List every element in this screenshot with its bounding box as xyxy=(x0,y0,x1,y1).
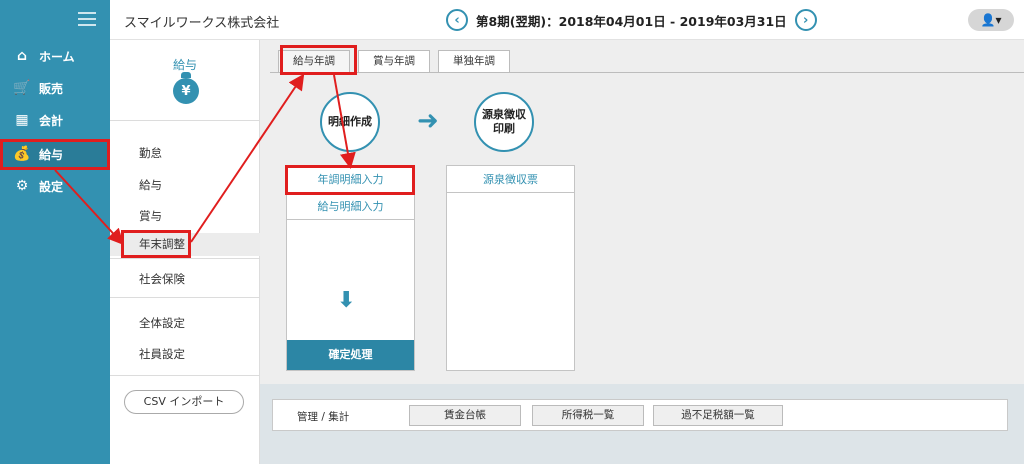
subnav-title: 給与 xyxy=(172,58,197,72)
subnav-item-general-settings[interactable]: 全体設定 xyxy=(139,315,185,331)
csv-import-button[interactable]: CSV インポート xyxy=(124,390,244,414)
nav-item-sales[interactable]: 🛒 販売 xyxy=(0,74,110,102)
tax-difference-list-button[interactable]: 過不足税額一覧 xyxy=(653,405,783,426)
step-create-statements: 明細作成 xyxy=(320,92,380,152)
next-period-button[interactable]: › xyxy=(794,9,817,31)
divider xyxy=(110,375,260,376)
confirm-process-button[interactable]: 確定処理 xyxy=(287,340,414,370)
arrow-right-icon: ➜ xyxy=(417,106,439,136)
management-bar: 管理 / 集計 賃金台帳 所得税一覧 過不足税額一覧 xyxy=(272,399,1008,431)
nav-item-label: 設定 xyxy=(39,179,64,194)
tab-bonus-year-end[interactable]: 賞与年調 xyxy=(358,50,430,72)
annotation-box-salary-tab xyxy=(280,45,357,75)
nav-item-home[interactable]: ⌂ ホーム xyxy=(0,42,110,70)
divider xyxy=(110,297,260,298)
arrow-down-icon: ⬇ xyxy=(337,288,356,313)
wage-ledger-button[interactable]: 賃金台帳 xyxy=(409,405,521,426)
nav-item-label: 会計 xyxy=(39,113,64,128)
nav-item-accounting[interactable]: ▦ 会計 xyxy=(0,106,110,134)
yen-money-bag-icon: ¥ xyxy=(173,72,199,104)
subnav-item-salary[interactable]: 給与 xyxy=(139,177,162,193)
company-name: スマイルワークス株式会社 xyxy=(124,16,280,31)
step-print-withholding: 源泉徴収 印刷 xyxy=(474,92,534,152)
income-tax-list-button[interactable]: 所得税一覧 xyxy=(532,405,644,426)
previous-period-button[interactable]: ‹ xyxy=(446,9,468,31)
management-area: 管理 / 集計 賃金台帳 所得税一覧 過不足税額一覧 xyxy=(260,384,1024,464)
withholding-panel: 源泉徴収票 xyxy=(446,165,575,371)
tab-underline xyxy=(270,72,1024,73)
left-navigation: ⌂ ホーム 🛒 販売 ▦ 会計 💰 給与 ⚙ 設定 xyxy=(0,0,110,464)
nav-item-settings[interactable]: ⚙ 設定 xyxy=(0,172,110,200)
statement-panel: 年調明細入力 給与明細入力 ⬇ 確定処理 xyxy=(286,165,415,371)
salary-statement-input-link[interactable]: 給与明細入力 xyxy=(287,193,414,220)
step-label: 明細作成 xyxy=(328,115,372,128)
subnav-item-attendance[interactable]: 勤怠 xyxy=(139,145,162,161)
annotation-box-year-end xyxy=(121,230,191,258)
period-selector: ‹ 第8期(翌期)：2018年04月01日 - 2019年03月31日 › xyxy=(446,9,817,31)
step-label: 印刷 xyxy=(493,122,515,135)
gear-icon: ⚙ xyxy=(15,178,29,194)
period-text: 第8期(翌期)：2018年04月01日 - 2019年03月31日 xyxy=(476,13,787,29)
user-menu-button[interactable]: 👤▾ xyxy=(968,9,1014,31)
divider xyxy=(110,120,260,121)
subnav-item-social-insurance[interactable]: 社会保険 xyxy=(139,271,185,287)
management-label: 管理 / 集計 xyxy=(297,411,350,423)
annotation-box-statement-input xyxy=(285,165,415,195)
calculator-icon: ▦ xyxy=(15,112,29,128)
withholding-slip-link[interactable]: 源泉徴収票 xyxy=(447,166,574,193)
nav-item-label: 販売 xyxy=(39,81,64,96)
subnav-item-employee-settings[interactable]: 社員設定 xyxy=(139,346,185,362)
home-icon: ⌂ xyxy=(16,48,28,64)
main-content: 給与年調 賞与年調 単独年調 明細作成 ➜ 源泉徴収 印刷 年調明細入力 給与明… xyxy=(260,40,1024,464)
divider xyxy=(110,258,260,259)
hamburger-menu-icon[interactable] xyxy=(78,12,96,26)
annotation-box-payroll xyxy=(0,139,110,170)
top-header: スマイルワークス株式会社 ‹ 第8期(翌期)：2018年04月01日 - 201… xyxy=(110,0,1024,40)
nav-item-label: ホーム xyxy=(39,49,75,64)
tab-standalone-year-end[interactable]: 単独年調 xyxy=(438,50,510,72)
step-label: 源泉徴収 xyxy=(482,108,526,121)
subnav-item-bonus[interactable]: 賞与 xyxy=(139,208,162,224)
cart-icon: 🛒 xyxy=(13,80,31,96)
